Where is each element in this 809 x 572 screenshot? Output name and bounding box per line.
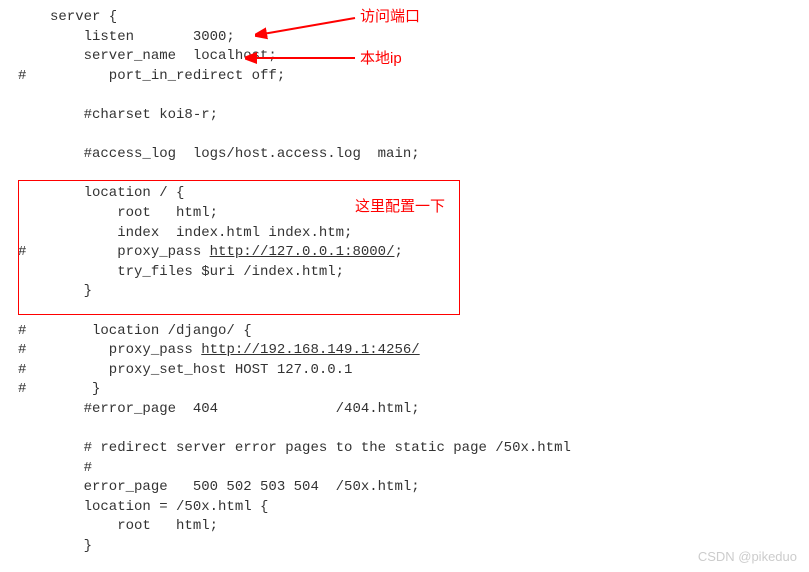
gutter-hash: # bbox=[18, 322, 26, 342]
code-line: location / { bbox=[50, 184, 809, 204]
code-line: try_files $uri /index.html; bbox=[50, 263, 809, 283]
code-line: #error_page 404 /404.html; bbox=[50, 400, 809, 420]
code-line: #access_log logs/host.access.log main; bbox=[50, 145, 809, 165]
code-line: proxy_set_host HOST 127.0.0.1 bbox=[50, 361, 809, 381]
gutter-hash: # bbox=[18, 361, 26, 381]
code-line bbox=[50, 302, 809, 322]
code-line: port_in_redirect off; bbox=[50, 67, 809, 87]
proxy-url-2: http://192.168.149.1:4256/ bbox=[201, 342, 419, 358]
code-line: error_page 500 502 503 504 /50x.html; bbox=[50, 478, 809, 498]
watermark: CSDN @pikeduo bbox=[698, 548, 797, 566]
code-line bbox=[50, 126, 809, 146]
gutter-hash: # bbox=[18, 67, 26, 87]
code-line: } bbox=[50, 380, 809, 400]
code-line: server { bbox=[50, 8, 809, 28]
gutter-hash: # bbox=[18, 380, 26, 400]
code-line: proxy_pass http://127.0.0.1:8000/; bbox=[50, 243, 809, 263]
code-line: server_name localhost; bbox=[50, 47, 809, 67]
code-line: # redirect server error pages to the sta… bbox=[50, 439, 809, 459]
code-line: #charset koi8-r; bbox=[50, 106, 809, 126]
code-line: root html; bbox=[50, 204, 809, 224]
proxy-url-1: http://127.0.0.1:8000/ bbox=[210, 244, 395, 260]
code-line: listen 3000; bbox=[50, 28, 809, 48]
code-line bbox=[50, 86, 809, 106]
code-line bbox=[50, 419, 809, 439]
gutter-hash: # bbox=[18, 243, 26, 263]
gutter-hash: # bbox=[18, 341, 26, 361]
code-line: location = /50x.html { bbox=[50, 498, 809, 518]
code-line: index index.html index.htm; bbox=[50, 224, 809, 244]
code-line: root html; bbox=[50, 517, 809, 537]
code-line: # bbox=[50, 459, 809, 479]
code-block: server { listen 3000; server_name localh… bbox=[0, 0, 809, 565]
code-line: location /django/ { bbox=[50, 322, 809, 342]
code-line bbox=[50, 165, 809, 185]
code-line: } bbox=[50, 537, 809, 557]
code-line: proxy_pass http://192.168.149.1:4256/ bbox=[50, 341, 809, 361]
code-line: } bbox=[50, 282, 809, 302]
